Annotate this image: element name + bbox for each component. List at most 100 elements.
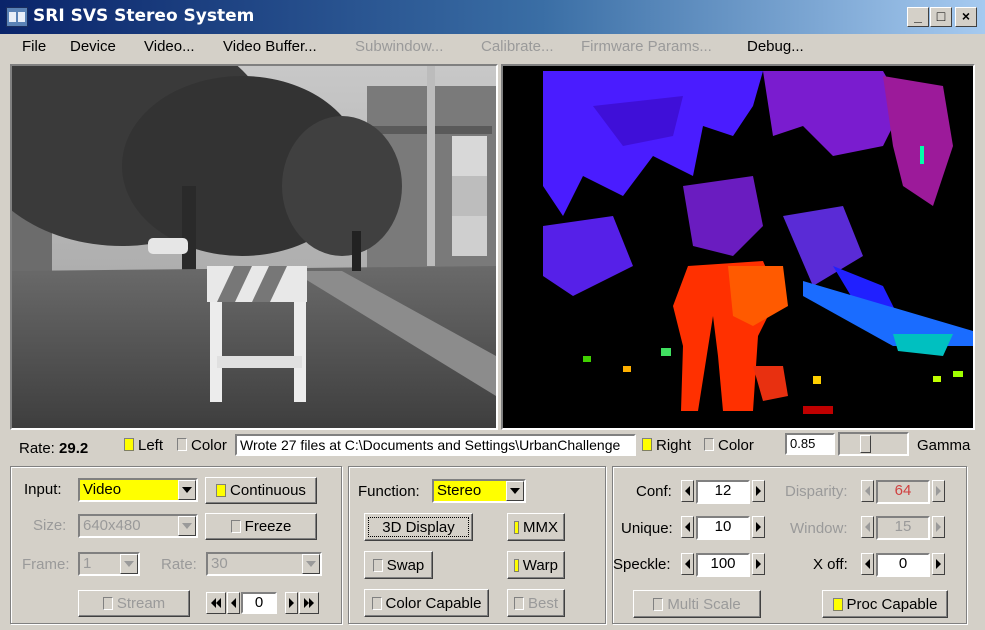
unique-increment[interactable] — [752, 516, 765, 538]
video-rate-dropdown-arrow[interactable] — [302, 554, 320, 574]
menu-firmware-params[interactable]: Firmware Params... — [581, 38, 712, 55]
window-increment[interactable] — [932, 516, 945, 538]
frame-dropdown-arrow[interactable] — [120, 554, 138, 574]
arrow-right-icon — [936, 559, 941, 569]
minimize-button[interactable]: _ — [907, 7, 929, 27]
gamma-slider-thumb[interactable] — [860, 435, 871, 453]
right-color-check-indicator — [704, 438, 714, 451]
size-dropdown-arrow[interactable] — [178, 516, 196, 536]
arrow-left-icon — [865, 486, 870, 496]
gamma-label: Gamma — [917, 437, 971, 454]
display-3d-button[interactable]: 3D Display — [364, 513, 473, 541]
next-frame-button[interactable] — [285, 592, 298, 614]
continuous-toggle[interactable]: Continuous — [205, 477, 317, 504]
swap-toggle[interactable]: Swap — [364, 551, 433, 579]
gamma-slider[interactable] — [838, 432, 909, 456]
unique-decrement[interactable] — [681, 516, 694, 538]
first-frame-button[interactable] — [206, 592, 226, 614]
freeze-check-indicator — [230, 520, 241, 533]
menu-file[interactable]: File — [22, 38, 46, 55]
freeze-toggle-label: Freeze — [244, 518, 292, 535]
status-message-field[interactable]: Wrote 27 files at C:\Documents and Setti… — [235, 434, 636, 456]
menu-subwindow[interactable]: Subwindow... — [355, 38, 443, 55]
disparity-field[interactable]: 64 — [876, 480, 930, 504]
prev-frame-button[interactable] — [227, 592, 240, 614]
multi-scale-check-indicator — [653, 597, 664, 611]
speckle-decrement[interactable] — [681, 553, 694, 575]
menu-calibrate[interactable]: Calibrate... — [481, 38, 554, 55]
conf-label: Conf: — [636, 483, 672, 500]
warp-toggle[interactable]: Warp — [507, 551, 565, 579]
stream-toggle[interactable]: Stream — [78, 590, 190, 617]
rate-status-value: 29.2 — [59, 440, 89, 457]
size-select[interactable]: 640x480 — [78, 514, 198, 538]
frame-select-value: 1 — [83, 555, 92, 572]
input-dropdown-arrow[interactable] — [178, 480, 196, 500]
menu-device[interactable]: Device — [70, 38, 116, 55]
window-field[interactable]: 15 — [876, 516, 930, 540]
menu-video[interactable]: Video... — [144, 38, 195, 55]
swap-check-indicator — [372, 558, 383, 572]
multi-scale-toggle[interactable]: Multi Scale — [633, 590, 761, 618]
gamma-value-field[interactable]: 0.85 — [785, 433, 835, 455]
menu-video-buffer[interactable]: Video Buffer... — [223, 38, 317, 55]
left-checkbox-label: Left — [138, 437, 164, 454]
menu-debug[interactable]: Debug... — [747, 38, 804, 55]
video-rate-select-value: 30 — [211, 555, 228, 572]
best-toggle[interactable]: Best — [507, 589, 565, 617]
stream-toggle-label: Stream — [116, 595, 166, 612]
rate-status-label: Rate: — [19, 440, 55, 457]
left-checkbox[interactable]: Left — [124, 437, 163, 454]
step-forward-icon — [289, 598, 294, 608]
speckle-field[interactable]: 100 — [696, 553, 750, 577]
input-select[interactable]: Video — [78, 478, 198, 502]
last-frame-button[interactable] — [299, 592, 319, 614]
right-color-checkbox[interactable]: Color — [704, 437, 754, 454]
disparity-image[interactable] — [501, 64, 975, 430]
app-icon[interactable] — [6, 7, 28, 27]
speckle-increment[interactable] — [752, 553, 765, 575]
window-title: SRI SVS Stereo System — [33, 6, 255, 26]
arrow-right-icon — [756, 486, 761, 496]
mmx-check-indicator — [514, 520, 519, 534]
chevron-down-icon — [124, 561, 134, 567]
window-label: Window: — [790, 520, 848, 537]
proc-capable-toggle[interactable]: Proc Capable — [822, 590, 948, 618]
conf-decrement[interactable] — [681, 480, 694, 502]
xoff-decrement[interactable] — [861, 553, 874, 575]
disparity-decrement[interactable] — [861, 480, 874, 502]
xoff-increment[interactable] — [932, 553, 945, 575]
right-color-checkbox-label: Color — [718, 437, 754, 454]
maximize-button[interactable]: □ — [930, 7, 952, 27]
left-check-indicator — [124, 438, 134, 451]
right-checkbox[interactable]: Right — [642, 437, 691, 454]
title-bar[interactable]: SRI SVS Stereo System _ □ × — [0, 0, 985, 34]
conf-increment[interactable] — [752, 480, 765, 502]
chevron-down-icon — [182, 523, 192, 529]
mmx-toggle[interactable]: MMX — [507, 513, 565, 541]
left-camera-scene — [12, 66, 496, 428]
unique-field[interactable]: 10 — [696, 516, 750, 540]
color-capable-toggle[interactable]: Color Capable — [364, 589, 489, 617]
best-toggle-label: Best — [527, 594, 558, 612]
left-color-checkbox[interactable]: Color — [177, 437, 227, 454]
arrow-left-icon — [685, 522, 690, 532]
freeze-toggle[interactable]: Freeze — [205, 513, 317, 540]
arrow-left-icon — [865, 559, 870, 569]
function-select[interactable]: Stereo — [432, 479, 526, 503]
best-check-indicator — [514, 596, 524, 610]
frame-select[interactable]: 1 — [78, 552, 140, 576]
frame-counter-field[interactable]: 0 — [241, 592, 277, 614]
left-camera-image[interactable] — [10, 64, 498, 430]
unique-label: Unique: — [621, 520, 673, 537]
continuous-toggle-label: Continuous — [230, 482, 306, 499]
disparity-increment[interactable] — [932, 480, 945, 502]
function-dropdown-arrow[interactable] — [506, 481, 524, 501]
frame-label: Frame: — [22, 556, 70, 573]
video-rate-select[interactable]: 30 — [206, 552, 322, 576]
xoff-field[interactable]: 0 — [876, 553, 930, 577]
conf-field[interactable]: 12 — [696, 480, 750, 504]
close-button[interactable]: × — [955, 7, 977, 27]
input-select-value: Video — [83, 481, 122, 498]
window-decrement[interactable] — [861, 516, 874, 538]
